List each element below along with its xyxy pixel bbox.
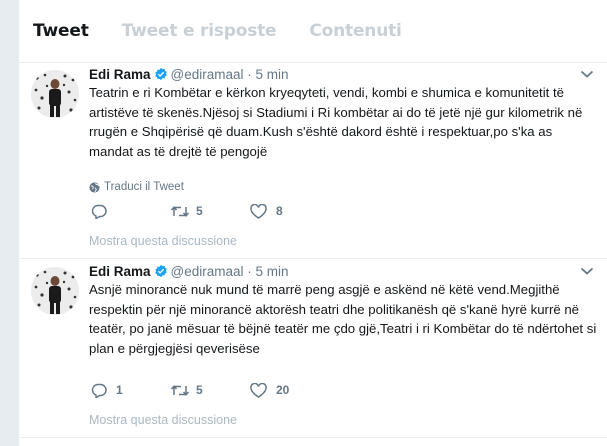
like-count: 20 — [276, 383, 290, 397]
globe-icon — [89, 181, 100, 193]
verified-badge-icon — [154, 67, 167, 81]
tab-tweet-e-risposte[interactable]: Tweet e risposte — [122, 21, 277, 41]
retweet-button[interactable]: 5 — [170, 383, 250, 398]
tab-contenuti[interactable]: Contenuti — [309, 21, 401, 41]
tweet-1[interactable]: Edi Rama @ediramaal · 5 min Teatrin e ri … — [19, 63, 607, 259]
tweet-timestamp[interactable]: 5 min — [256, 264, 289, 279]
chevron-down-icon[interactable] — [580, 266, 594, 276]
separator-dot: · — [247, 264, 252, 279]
avatar[interactable] — [31, 267, 79, 315]
profile-timeline: Tweet Tweet e risposte Contenuti Edi Ram… — [18, 0, 607, 446]
like-icon — [250, 382, 267, 398]
verified-badge-icon — [154, 264, 167, 278]
tweet-header: Edi Rama @ediramaal · 5 min — [89, 264, 289, 279]
retweet-count: 5 — [196, 383, 203, 397]
reply-icon — [91, 383, 107, 398]
retweet-icon — [170, 205, 190, 217]
tweet-2[interactable]: Edi Rama @ediramaal · 5 min Asnjë minoran… — [19, 260, 607, 438]
reply-button[interactable] — [91, 204, 170, 219]
tweet-header: Edi Rama @ediramaal · 5 min — [89, 67, 289, 82]
like-count: 8 — [276, 204, 283, 218]
tweet-timestamp[interactable]: 5 min — [256, 67, 289, 82]
show-thread-link[interactable]: Mostra questa discussione — [89, 413, 237, 427]
reply-icon — [91, 204, 107, 219]
tab-tweet[interactable]: Tweet — [33, 21, 89, 41]
chevron-down-icon[interactable] — [580, 69, 594, 79]
separator-dot: · — [247, 67, 252, 82]
author-handle[interactable]: @ediramaal — [171, 67, 244, 82]
tweet-actions: 5 8 — [91, 201, 290, 221]
show-thread-link[interactable]: Mostra questa discussione — [89, 234, 237, 248]
tweet-actions: 1 5 20 — [91, 380, 290, 400]
tweet-text: Asnjë minorancë nuk mund të marrë peng a… — [89, 282, 597, 356]
timeline-tabs: Tweet Tweet e risposte Contenuti — [19, 0, 607, 63]
retweet-icon — [170, 384, 190, 396]
reply-button[interactable]: 1 — [91, 383, 170, 398]
retweet-count: 5 — [196, 204, 203, 218]
like-button[interactable]: 20 — [250, 382, 290, 398]
translate-label[interactable]: Traduci il Tweet — [104, 181, 184, 193]
tweet-text: Teatrin e ri Kombëtar e kërkon kryeqytet… — [89, 85, 583, 159]
author-handle[interactable]: @ediramaal — [171, 264, 244, 279]
retweet-button[interactable]: 5 — [170, 204, 250, 219]
like-button[interactable]: 8 — [250, 203, 290, 219]
translate-tweet-link[interactable]: Traduci il Tweet — [89, 181, 184, 193]
author-name[interactable]: Edi Rama — [89, 67, 151, 82]
author-name[interactable]: Edi Rama — [89, 264, 151, 279]
avatar[interactable] — [31, 70, 79, 118]
reply-count: 1 — [116, 383, 123, 397]
like-icon — [250, 203, 267, 219]
